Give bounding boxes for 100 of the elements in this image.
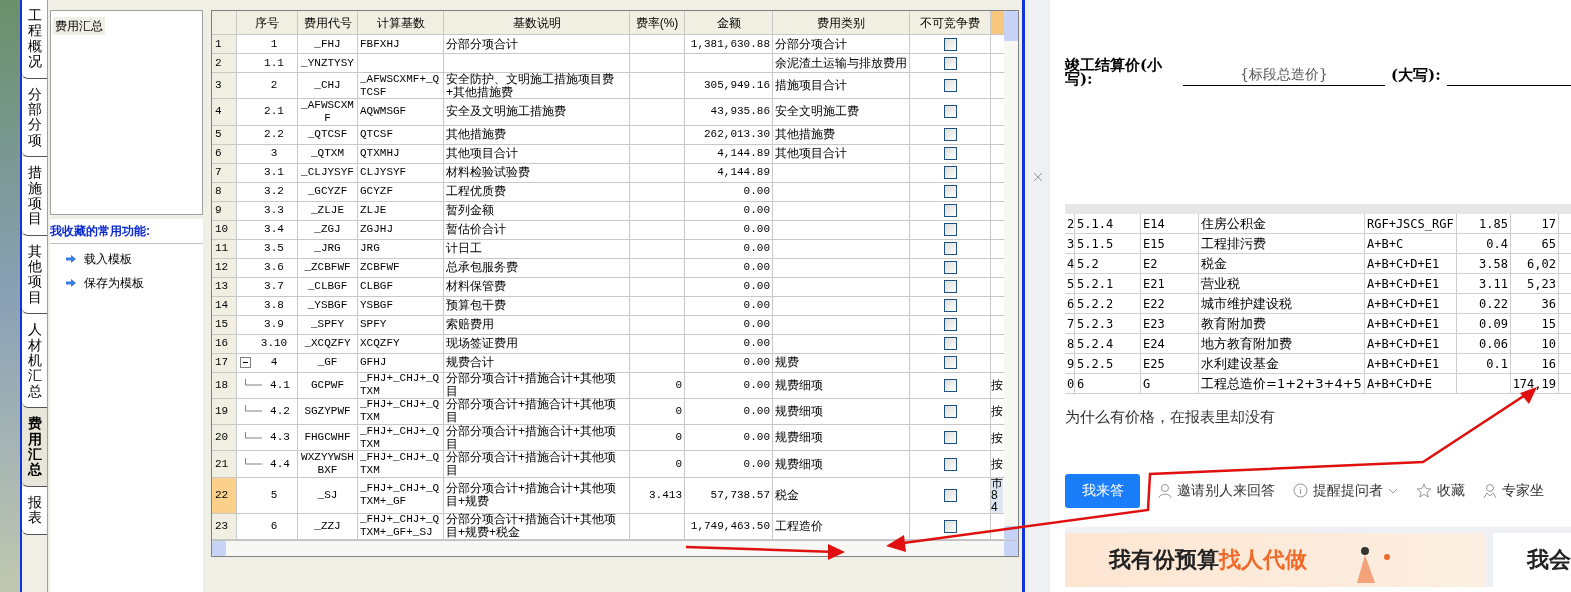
amount: 1,381,630.88 [690, 37, 770, 51]
table-cell: 税金 [1201, 254, 1227, 273]
row-number[interactable]: 22 [212, 477, 237, 513]
table-cell-text: 0.22 [1479, 295, 1508, 313]
checkbox[interactable] [943, 56, 957, 70]
base-description: 分部分项合计+措施合计+其他项目+规费+税金 [446, 513, 617, 540]
collapse-icon[interactable] [240, 357, 251, 369]
checkbox[interactable] [943, 242, 957, 256]
column-header[interactable]: 费率(%) [630, 11, 685, 34]
sequence-number: 4 [269, 356, 279, 370]
action-link[interactable]: 邀请别人来回答 [1177, 480, 1275, 501]
row-number[interactable]: 4 [212, 99, 237, 125]
checkbox[interactable] [943, 261, 957, 275]
tree-item[interactable]: 费用汇总 [53, 17, 105, 35]
checkbox[interactable] [943, 105, 957, 119]
table-cell-text: 0.4 [1486, 235, 1508, 253]
column-header[interactable]: 基数说明 [444, 11, 630, 34]
fee-category: 规费 [775, 356, 799, 370]
checkbox[interactable] [943, 79, 957, 93]
table-cell-text: 5.2.5 [1077, 355, 1114, 373]
checkbox[interactable] [943, 318, 957, 332]
checkbox[interactable] [943, 37, 957, 51]
arrow-icon [66, 255, 76, 263]
favorite-link[interactable]: 载入模板 [84, 250, 132, 268]
checkbox[interactable] [943, 337, 957, 351]
side-tab[interactable]: 其他项目 [22, 235, 47, 315]
checkbox[interactable] [943, 431, 957, 445]
sequence-number: 3.4 [263, 223, 285, 237]
action-link[interactable]: 收藏 [1437, 480, 1465, 501]
row-number[interactable]: 20 [212, 425, 237, 451]
checkbox[interactable] [943, 223, 957, 237]
side-tab[interactable]: 分部分项 [22, 78, 47, 158]
table-cell: 按 [991, 405, 1003, 418]
fee-category: 规费细项 [775, 378, 823, 392]
checkbox[interactable] [943, 488, 957, 502]
checkbox[interactable] [943, 299, 957, 313]
action-link[interactable]: 专家坐 [1502, 480, 1544, 501]
chevron-down-icon[interactable] [1388, 487, 1398, 494]
calculation-base: _FHJ+_CHJ+_QTXM [360, 451, 441, 478]
fee-code: _AFWSCXMF [300, 98, 355, 125]
column-header[interactable]: 序号 [237, 11, 298, 34]
horizontal-scrollbar[interactable] [212, 540, 1018, 556]
sequence-number: 2.1 [263, 105, 285, 119]
base-description: 工程优质费 [446, 185, 506, 199]
fee-category: 工程造价 [775, 519, 823, 533]
sequence-number: 3.2 [263, 185, 285, 199]
checkbox[interactable] [943, 280, 957, 294]
side-tab[interactable]: 报表 [22, 486, 47, 535]
row-number[interactable]: 21 [212, 451, 237, 477]
side-tab[interactable]: 费用汇总 [22, 408, 47, 487]
table-cell: 按 [991, 431, 1003, 444]
table-cell-text: E22 [1143, 295, 1165, 313]
base-description: 暂列金额 [446, 204, 494, 218]
side-tab[interactable]: 工程概况 [22, 0, 47, 79]
side-tab[interactable]: 人材机汇总 [22, 314, 47, 409]
action-link[interactable]: 提醒提问者 [1313, 480, 1383, 501]
column-header[interactable]: 计算基数 [358, 11, 444, 34]
row-number[interactable]: 19 [212, 398, 237, 425]
row-number[interactable]: 1 [212, 35, 237, 53]
answer-button[interactable]: 我来答 [1065, 473, 1140, 508]
expert-icon [1483, 482, 1497, 499]
table-cell-text: 5.1.4 [1077, 215, 1114, 233]
amount: 4,144.89 [717, 166, 770, 180]
favorite-link[interactable]: 保存为模板 [84, 274, 144, 292]
table-cell-text: 3 [1067, 235, 1074, 253]
row-number[interactable]: 23 [212, 513, 237, 539]
side-tab[interactable]: 措施项目 [22, 157, 47, 236]
calculation-base: AQWMSGF [360, 105, 407, 119]
fee-code: _SJ [317, 488, 338, 502]
sequence-number: 1.1 [263, 56, 285, 70]
column-header[interactable]: 费用代号 [298, 11, 358, 34]
checkbox[interactable] [943, 405, 957, 418]
table-cell-text: 5.2 [1077, 255, 1099, 273]
table-cell: 住房公积金 [1201, 214, 1266, 233]
row-number[interactable]: 3 [212, 73, 237, 99]
table-cell-text: 3.58 [1479, 255, 1508, 273]
checkbox[interactable] [943, 356, 957, 370]
vertical-scrollbar[interactable] [1004, 11, 1018, 540]
checkbox[interactable] [943, 204, 957, 218]
sequence-number: 4.4 [269, 457, 291, 471]
checkbox[interactable] [943, 128, 957, 142]
checkbox[interactable] [943, 378, 957, 392]
amount: 0.00 [743, 337, 770, 351]
row-number[interactable]: 2 [212, 54, 237, 72]
table-cell-text: 5.2.2 [1077, 295, 1114, 313]
table-cell-text: 7 [1067, 315, 1074, 333]
table-cell-text: 0.06 [1479, 335, 1508, 353]
column-header[interactable]: 金额 [685, 11, 773, 34]
row-number[interactable]: 18 [212, 372, 237, 398]
promo-banner[interactable]: 我会 [1493, 532, 1571, 587]
table-cell-text: A+B+C+D+E1 [1367, 335, 1440, 353]
checkbox[interactable] [943, 147, 957, 161]
checkbox[interactable] [943, 519, 957, 533]
checkbox[interactable] [943, 166, 957, 180]
column-header[interactable]: 费用类别 [773, 11, 910, 34]
checkbox[interactable] [943, 457, 957, 471]
checkbox[interactable] [943, 185, 957, 199]
promo-banner[interactable]: 我有份预算找人代做 [1065, 532, 1485, 587]
calculation-base: _FHJ+_CHJ+_QTXM [360, 424, 441, 451]
table-cell-text: 10 [1541, 335, 1556, 353]
